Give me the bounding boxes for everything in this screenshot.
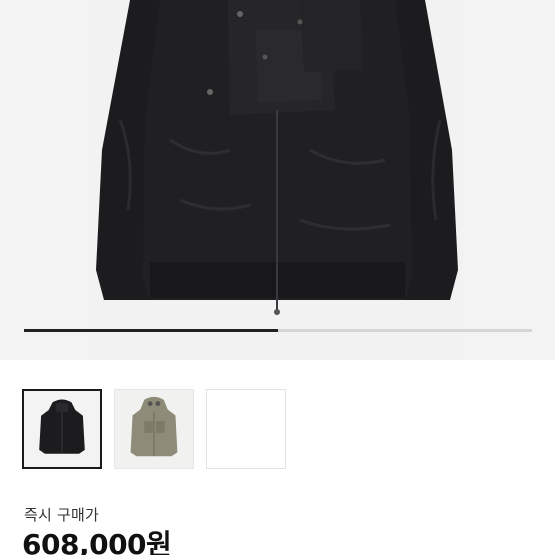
gallery-progress-fill: [24, 329, 278, 332]
thumbnail-olive-jacket[interactable]: [114, 389, 194, 469]
gallery-progress-track[interactable]: [24, 329, 532, 332]
black-jacket-thumbnail-image: [24, 391, 100, 467]
olive-jacket-thumbnail-image: [115, 390, 193, 468]
product-image-gallery[interactable]: [0, 0, 555, 360]
thumbnail-empty[interactable]: [206, 389, 286, 469]
instant-buy-price-value: 608,000원: [22, 528, 172, 555]
jacket-image: [93, 0, 463, 360]
thumbnail-black-jacket[interactable]: [22, 389, 102, 469]
thumbnail-strip: [22, 389, 286, 469]
instant-buy-price-label: 즉시 구매가: [24, 506, 99, 524]
